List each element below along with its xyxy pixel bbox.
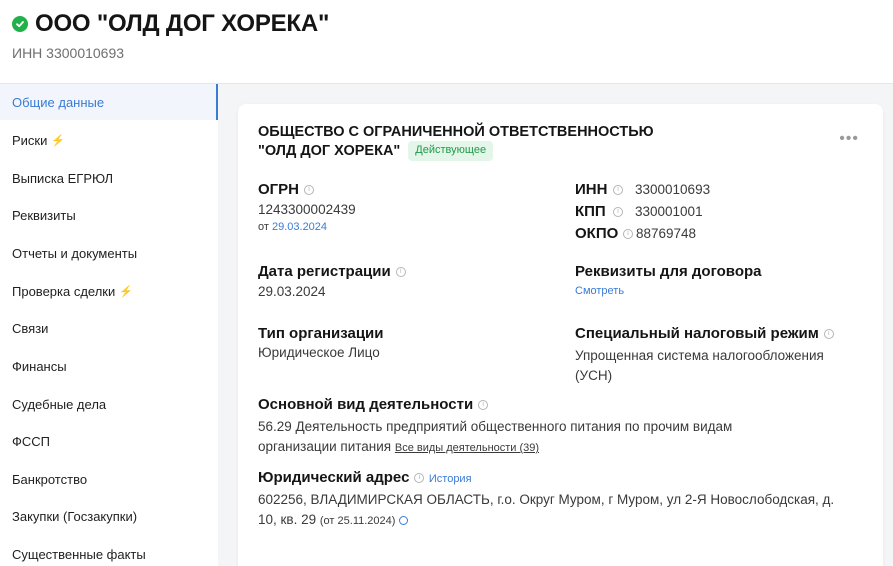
sidebar-item-label: Существенные факты xyxy=(12,546,146,562)
activity-value-line1: 56.29 Деятельность предприятий обществен… xyxy=(258,419,733,434)
full-name: ОБЩЕСТВО С ОГРАНИЧЕННОЙ ОТВЕТСТВЕННОСТЬЮ… xyxy=(258,124,654,161)
main-content: ОБЩЕСТВО С ОГРАНИЧЕННОЙ ОТВЕТСТВЕННОСТЬЮ… xyxy=(218,84,893,566)
info-icon[interactable]: i xyxy=(613,184,623,195)
bolt-icon: ⚡ xyxy=(51,134,66,147)
registration-block: Дата регистрации i 29.03.2024 xyxy=(258,263,406,299)
sidebar-item-label: ФССП xyxy=(12,433,51,449)
sidebar-item-egrul[interactable]: Выписка ЕГРЮЛ xyxy=(0,160,218,196)
full-name-line1: ОБЩЕСТВО С ОГРАНИЧЕННОЙ ОТВЕТСТВЕННОСТЬЮ xyxy=(258,124,654,140)
sidebar-item-label: Судебные дела xyxy=(12,396,107,412)
contract-details-block: Реквизиты для договора Смотреть xyxy=(575,263,761,297)
sidebar-item-deal-check[interactable]: Проверка сделки ⚡ xyxy=(0,273,218,309)
address-value: 602256, ВЛАДИМИРСКАЯ ОБЛАСТЬ, г.о. Округ… xyxy=(258,490,873,531)
activity-label: Основной вид деятельности xyxy=(258,396,474,413)
tax-regime-label: Специальный налоговый режим xyxy=(575,325,819,342)
activity-value: 56.29 Деятельность предприятий обществен… xyxy=(258,417,868,458)
kpp-value: 330001001 xyxy=(635,204,703,219)
status-badge: Действующее xyxy=(408,141,494,161)
sidebar-item-reports[interactable]: Отчеты и документы xyxy=(0,235,218,271)
kpp-label: КПП xyxy=(575,203,606,220)
sidebar-item-label: Реквизиты xyxy=(12,207,76,223)
ogrn-label: ОГРН xyxy=(258,181,300,198)
sidebar-item-fssp[interactable]: ФССП xyxy=(0,423,218,459)
header-inn: ИНН 3300010693 xyxy=(12,45,125,61)
tax-regime-value-line2: (УСН) xyxy=(575,368,613,383)
info-icon[interactable]: i xyxy=(823,328,834,339)
sidebar: Общие данные Риски ⚡ Выписка ЕГРЮЛ Реквиз… xyxy=(0,84,218,566)
ogrn-date-link[interactable]: 29.03.2024 xyxy=(272,221,327,233)
address-history-link[interactable]: История xyxy=(429,473,472,485)
address-value-line2-row: 10, кв. 29 (от 25.11.2024) xyxy=(258,510,873,531)
registration-value: 29.03.2024 xyxy=(258,284,326,299)
address-label: Юридический адрес xyxy=(258,469,410,486)
full-name-line2-row: "ОЛД ДОГ ХОРЕКА" Действующее xyxy=(258,141,654,161)
sidebar-item-label: Отчеты и документы xyxy=(12,245,138,261)
ogrn-value: 1243300002439 xyxy=(258,202,356,217)
org-type-block: Тип организации Юридическое Лицо xyxy=(258,325,384,360)
sidebar-item-general[interactable]: Общие данные xyxy=(0,84,218,120)
sidebar-item-risks[interactable]: Риски ⚡ xyxy=(0,122,218,158)
sidebar-item-label: Банкротство xyxy=(12,471,88,487)
tax-regime-value: Упрощенная система налогообложения (УСН) xyxy=(575,346,834,386)
info-icon[interactable]: i xyxy=(478,399,489,410)
sidebar-item-bankruptcy[interactable]: Банкротство xyxy=(0,461,218,497)
info-icon[interactable]: i xyxy=(613,206,623,217)
okpo-row: ОКПО i 88769748 xyxy=(575,225,710,247)
sidebar-item-facts[interactable]: Существенные факты xyxy=(0,536,218,566)
more-icon[interactable]: ••• xyxy=(839,130,859,148)
page-title: ООО "ОЛД ДОГ ХОРЕКА" xyxy=(35,10,330,37)
address-value-line2: 10, кв. 29 xyxy=(258,512,317,527)
info-icon[interactable]: i xyxy=(395,266,406,277)
sidebar-item-finance[interactable]: Финансы xyxy=(0,348,218,384)
tax-regime-block: Специальный налоговый режим i Упрощенная … xyxy=(575,325,834,386)
sidebar-item-label: Финансы xyxy=(12,358,67,374)
activity-value-line2-row: организации питания Все виды деятельност… xyxy=(258,437,868,458)
sidebar-item-label: Проверка сделки xyxy=(12,283,116,299)
contract-details-link[interactable]: Смотреть xyxy=(575,285,761,297)
bolt-icon: ⚡ xyxy=(119,285,133,298)
ogrn-date-prefix: от xyxy=(258,221,269,233)
full-name-line2: "ОЛД ДОГ ХОРЕКА" xyxy=(258,142,401,159)
ogrn-date-row: от 29.03.2024 xyxy=(258,221,356,233)
sidebar-item-court[interactable]: Судебные дела xyxy=(0,386,218,422)
sidebar-item-requisites[interactable]: Реквизиты xyxy=(0,197,218,233)
registration-label: Дата регистрации xyxy=(258,263,391,280)
info-icon[interactable]: i xyxy=(304,184,315,195)
org-type-label: Тип организации xyxy=(258,325,384,342)
inn-value: 3300010693 xyxy=(635,182,711,197)
codes-block: ИНН i 3300010693 КПП i 330001001 ОКПО i 887697… xyxy=(575,181,710,247)
sidebar-item-label: Общие данные xyxy=(12,94,105,110)
info-icon[interactable]: i xyxy=(414,472,425,483)
all-activities-link[interactable]: Все виды деятельности (39) xyxy=(395,442,539,454)
kpp-row: КПП i 330001001 xyxy=(575,203,710,225)
org-type-value: Юридическое Лицо xyxy=(258,345,380,360)
sidebar-item-procurement[interactable]: Закупки (Госзакупки) xyxy=(0,498,218,534)
contract-details-label: Реквизиты для договора xyxy=(575,263,762,280)
status-check-icon xyxy=(12,16,28,32)
address-block: Юридический адрес i История 602256, ВЛАДИ… xyxy=(258,469,873,531)
info-icon[interactable]: i xyxy=(623,228,633,239)
search-icon[interactable] xyxy=(399,515,409,525)
sidebar-item-label: Выписка ЕГРЮЛ xyxy=(12,170,114,186)
sidebar-item-label: Связи xyxy=(12,320,49,336)
okpo-value: 88769748 xyxy=(636,226,697,241)
sidebar-item-links[interactable]: Связи xyxy=(0,310,218,346)
okpo-label: ОКПО xyxy=(575,225,619,242)
activity-value-line2: организации питания xyxy=(258,439,392,454)
address-since: (от 25.11.2024) xyxy=(319,515,396,527)
inn-label: ИНН xyxy=(575,181,608,198)
sidebar-item-label: Закупки (Госзакупки) xyxy=(12,508,138,524)
address-value-line1: 602256, ВЛАДИМИРСКАЯ ОБЛАСТЬ, г.о. Округ… xyxy=(258,492,835,507)
ogrn-block: ОГРН i 1243300002439 от 29.03.2024 xyxy=(258,181,356,233)
inn-row: ИНН i 3300010693 xyxy=(575,181,710,203)
header: ООО "ОЛД ДОГ ХОРЕКА" ИНН 3300010693 xyxy=(0,0,893,84)
activity-block: Основной вид деятельности i 56.29 Деятель… xyxy=(258,396,868,458)
company-card: ОБЩЕСТВО С ОГРАНИЧЕННОЙ ОТВЕТСТВЕННОСТЬЮ… xyxy=(238,104,883,566)
title-row: ООО "ОЛД ДОГ ХОРЕКА" xyxy=(12,10,329,38)
sidebar-item-label: Риски xyxy=(12,132,48,148)
tax-regime-value-line1: Упрощенная система налогообложения xyxy=(575,348,824,363)
